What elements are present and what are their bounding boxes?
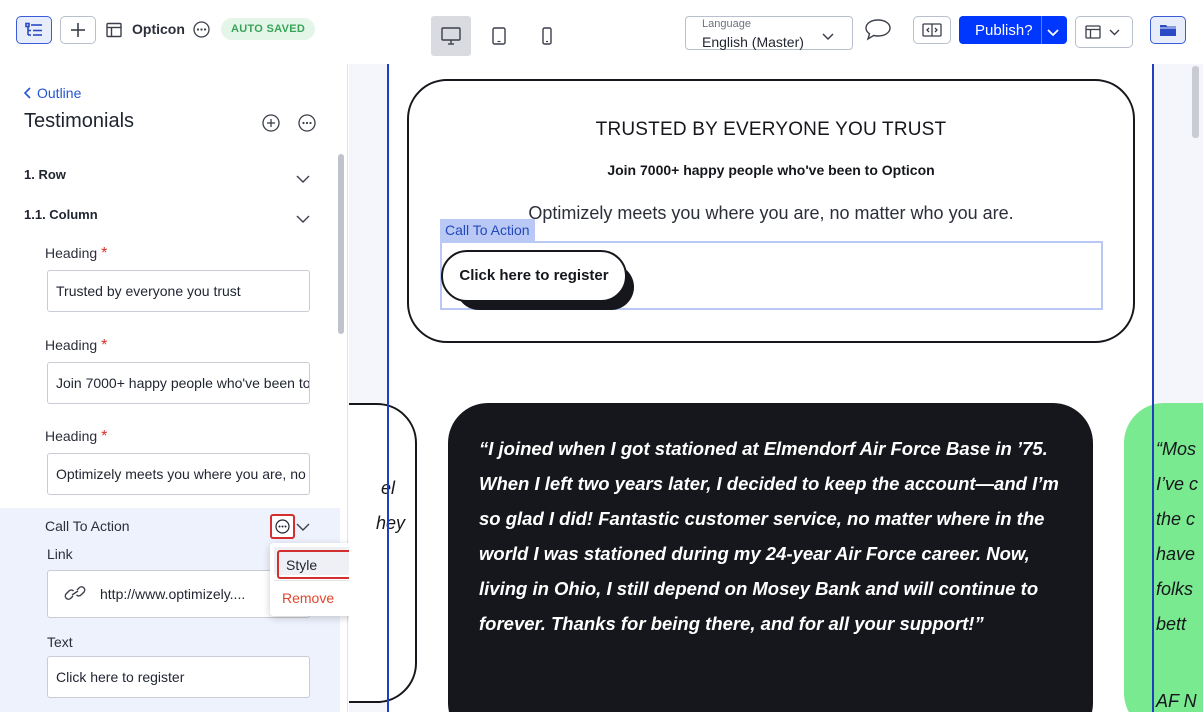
testimonial-card-left[interactable]: el hey [349, 403, 417, 703]
register-button[interactable]: Click here to register [441, 250, 627, 302]
menu-item-remove[interactable]: Remove [282, 590, 334, 606]
folder-icon [1160, 25, 1176, 36]
testimonial-card-main[interactable]: “I joined when I got stationed at Elmend… [448, 403, 1093, 712]
desktop-view-button[interactable] [431, 16, 471, 56]
language-value: English (Master) [702, 34, 804, 50]
mobile-view-button[interactable] [527, 16, 567, 56]
row-section-header[interactable]: 1. Row [24, 167, 66, 182]
page-layout-icon [106, 22, 122, 43]
cta-text-input[interactable]: Click here to register [47, 656, 310, 698]
link-icon [64, 585, 86, 606]
left-card-text: hey [376, 513, 406, 533]
publish-label: Publish? [975, 21, 1033, 39]
editor-canvas: el hey TRUSTED BY EVERYONE YOU TRUST Joi… [349, 64, 1203, 712]
desktop-icon [441, 27, 461, 45]
canvas-scrollbar[interactable] [1192, 66, 1199, 138]
layout-icon [1085, 25, 1101, 39]
chevron-down-icon [1109, 29, 1120, 35]
green-card-text: I’ve c [1156, 474, 1199, 494]
language-select[interactable]: Language English (Master) [685, 16, 853, 50]
back-to-outline-link[interactable]: Outline [24, 85, 81, 101]
add-button[interactable] [60, 16, 96, 44]
required-mark: * [101, 428, 108, 445]
section-subheading[interactable]: Join 7000+ happy people who've been to O… [409, 162, 1133, 178]
heading-1-label: Heading * [45, 245, 108, 262]
language-label: Language [702, 18, 751, 30]
more-options-icon[interactable] [193, 21, 210, 43]
heading-1-input[interactable]: Trusted by everyone you trust [47, 270, 310, 312]
chevron-down-icon[interactable] [1047, 24, 1059, 41]
list-tree-icon [25, 22, 42, 36]
link-value: http://www.optimizely.... [100, 586, 246, 602]
outline-toggle-button[interactable] [16, 16, 52, 44]
viewport-guide-left [387, 64, 389, 712]
compare-icon [922, 23, 942, 37]
heading-3-input[interactable]: Optimizely meets you where you are, no m… [47, 453, 310, 495]
heading-2-label: Heading * [45, 337, 108, 354]
section-heading[interactable]: TRUSTED BY EVERYONE YOU TRUST [409, 119, 1133, 141]
green-card-text: the c [1156, 509, 1196, 529]
selection-tag: Call To Action [440, 219, 535, 241]
green-card-text: have [1156, 544, 1196, 564]
chevron-down-icon [822, 28, 834, 46]
more-options-icon [275, 519, 290, 534]
project-name: Opticon [132, 21, 185, 37]
testimonial-quote: “I joined when I got stationed at Elmend… [479, 438, 1059, 634]
panel-scrollbar[interactable] [338, 154, 344, 334]
trusted-section-card[interactable]: TRUSTED BY EVERYONE YOU TRUST Join 7000+… [407, 79, 1135, 343]
cta-label: Call To Action [45, 518, 130, 534]
required-mark: * [101, 337, 108, 354]
chevron-down-icon[interactable] [296, 210, 310, 228]
cta-more-options-button[interactable] [270, 514, 295, 539]
assets-folder-button[interactable] [1150, 16, 1186, 44]
green-card-text: “Mos [1156, 439, 1196, 459]
heading-2-input[interactable]: Join 7000+ happy people who've been to O… [47, 362, 310, 404]
publish-button[interactable]: Publish? [959, 16, 1067, 44]
status-badge: AUTO SAVED [221, 18, 316, 40]
green-card-text: bett [1156, 614, 1187, 634]
tablet-view-button[interactable] [479, 16, 519, 56]
comment-icon[interactable] [864, 18, 892, 47]
publish-divider [1041, 16, 1042, 44]
back-label: Outline [37, 85, 82, 101]
top-toolbar: Opticon AUTO SAVED Language English (Mas… [0, 0, 1203, 64]
chevron-down-icon[interactable] [296, 518, 310, 536]
mobile-icon [542, 27, 552, 45]
text-label: Text [47, 634, 73, 650]
more-options-icon[interactable] [298, 114, 316, 137]
green-card-text: folks [1156, 579, 1194, 599]
testimonial-card-right[interactable]: “Mos I’ve c the c have folks bett AF N [1124, 403, 1203, 712]
panel-title: Testimonials [24, 110, 135, 132]
menu-item-style-label: Style [286, 557, 318, 573]
required-mark: * [101, 245, 108, 262]
chevron-left-icon [24, 87, 31, 99]
green-card-text: AF N [1156, 691, 1197, 711]
viewport-guide-right [1152, 64, 1154, 712]
plus-icon [71, 23, 85, 37]
layout-menu-button[interactable] [1075, 16, 1133, 48]
add-circle-icon[interactable] [262, 114, 280, 137]
preview-compare-button[interactable] [913, 16, 951, 44]
chevron-down-icon[interactable] [296, 170, 310, 188]
column-section-header[interactable]: 1.1. Column [24, 207, 98, 222]
tablet-icon [492, 27, 506, 45]
link-label: Link [47, 546, 73, 562]
heading-3-label: Heading * [45, 428, 108, 445]
